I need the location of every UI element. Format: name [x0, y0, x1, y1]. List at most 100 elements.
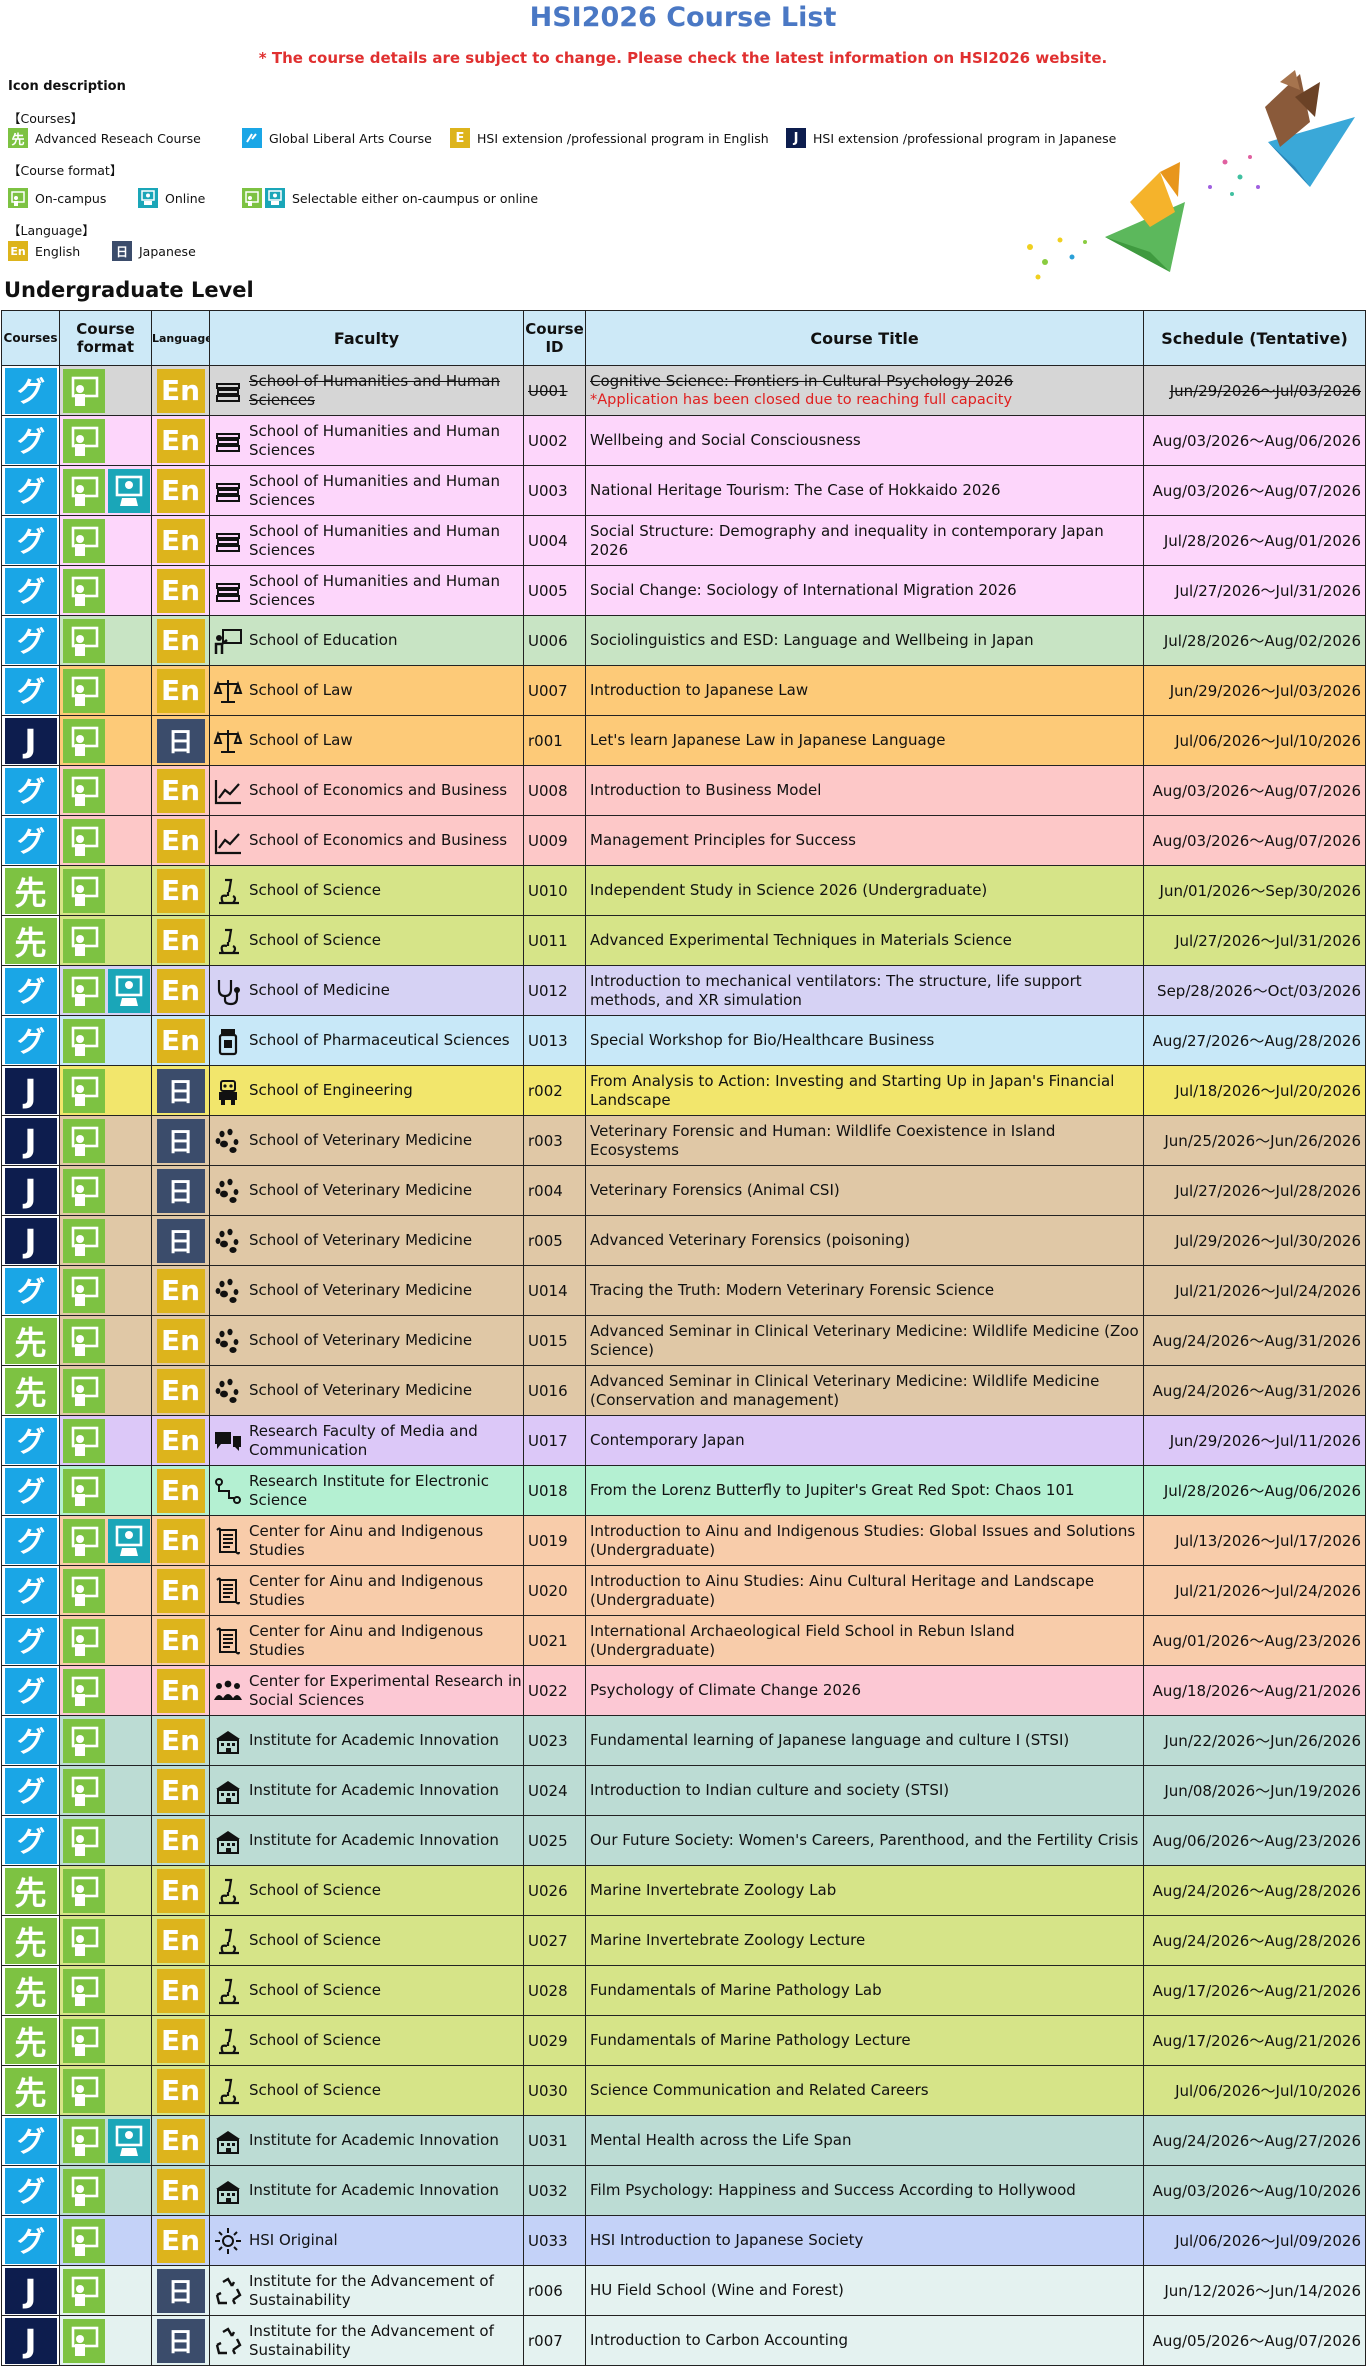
table-row: グ En Research Faculty of Media and Communi…	[1, 1415, 1366, 1466]
course-title-cell: Let's learn Japanese Law in Japanese Lan…	[585, 715, 1144, 766]
japanese-program-icon: J	[4, 1217, 57, 1264]
course-format-cell	[59, 965, 152, 1016]
course-id: U012	[523, 965, 586, 1016]
table-row: 先 En School of Science U029 Fundamentals of …	[1, 2015, 1366, 2066]
schedule: Aug/01/2026～Aug/23/2026	[1143, 1615, 1366, 1666]
on-campus-icon	[63, 1618, 105, 1663]
global-course-icon: グ	[4, 817, 57, 864]
svg-text:グ: グ	[16, 575, 44, 608]
global-course-icon: グ	[4, 1267, 57, 1314]
course-title: Introduction to Japanese Law	[590, 681, 809, 699]
table-row: 先 En School of Science U010 Independent Stud…	[1, 865, 1366, 916]
course-type-cell: 先	[1, 1915, 60, 1966]
language-cell: En	[151, 2115, 210, 2166]
svg-text:グ: グ	[16, 475, 44, 508]
course-format-cell	[59, 1615, 152, 1666]
course-title: Fundamentals of Marine Pathology Lecture	[590, 2031, 911, 2049]
english-icon: En	[156, 1868, 205, 1913]
english-icon: En	[156, 418, 205, 463]
course-type-cell: 先	[1, 865, 60, 916]
faculty-cell: School of Science	[209, 1965, 524, 2016]
table-row: J 日 School of Law r001 Let's learn Japanese …	[1, 715, 1366, 766]
faculty-name: School of Science	[249, 1931, 381, 1949]
faculty-cell: Institute for Academic Innovation	[209, 2115, 524, 2166]
on-campus-icon	[63, 668, 105, 713]
course-format-cell	[59, 815, 152, 866]
faculty-name: School of Science	[249, 1981, 381, 1999]
faculty-cell: School of Education	[209, 615, 524, 666]
course-title: Management Principles for Success	[590, 831, 856, 849]
japanese-program-icon: J	[4, 717, 57, 764]
course-type-cell: J	[1, 1215, 60, 1266]
course-title-cell: Our Future Society: Women's Careers, Par…	[585, 1815, 1144, 1866]
column-header-title: Course Title	[585, 310, 1144, 366]
faculty-cell: School of Humanities and Human Sciences	[209, 565, 524, 616]
on-campus-icon	[63, 518, 105, 563]
course-title-cell: Social Change: Sociology of Internationa…	[585, 565, 1144, 616]
language-cell: En	[151, 1965, 210, 2016]
advanced-course-icon: 先	[4, 917, 57, 964]
global-course-icon: グ	[4, 517, 57, 564]
english-icon: En	[156, 1918, 205, 1963]
stethoscope-icon	[213, 976, 243, 1006]
schedule: Jun/01/2026～Sep/30/2026	[1143, 865, 1366, 916]
global-course-icon: グ	[4, 1767, 57, 1814]
course-format-cell	[59, 2165, 152, 2216]
course-type-cell: J	[1, 715, 60, 766]
course-format-cell	[59, 1415, 152, 1466]
table-header: Courses Course format Language Faculty C…	[1, 310, 1366, 366]
course-title: Let's learn Japanese Law in Japanese Lan…	[590, 731, 946, 749]
course-format-cell	[59, 1315, 152, 1366]
course-title: Independent Study in Science 2026 (Under…	[590, 881, 988, 899]
schedule: Jul/06/2026～Jul/10/2026	[1143, 715, 1366, 766]
faculty-name: Institute for Academic Innovation	[249, 1731, 499, 1749]
course-id: U011	[523, 915, 586, 966]
schedule: Jul/13/2026～Jul/17/2026	[1143, 1515, 1366, 1566]
faculty-cell: School of Science	[209, 1915, 524, 1966]
course-format-cell	[59, 1265, 152, 1316]
online-icon	[108, 1518, 150, 1563]
faculty-cell: HSI Original	[209, 2215, 524, 2266]
course-title: HSI Introduction to Japanese Society	[590, 2231, 864, 2249]
faculty-cell: Institute for the Advancement of Sustain…	[209, 2315, 524, 2366]
schedule: Jul/27/2026～Jul/31/2026	[1143, 915, 1366, 966]
course-id: U030	[523, 2065, 586, 2116]
svg-text:グ: グ	[16, 2175, 44, 2208]
language-cell: En	[151, 1765, 210, 1816]
global-course-icon: グ	[4, 1617, 57, 1664]
building-icon	[213, 1726, 243, 1756]
online-icon	[108, 468, 150, 513]
course-title-cell: Contemporary Japan	[585, 1415, 1144, 1466]
on-campus-icon	[63, 1318, 105, 1363]
course-id: U004	[523, 515, 586, 566]
global-course-icon: グ	[4, 967, 57, 1014]
course-title-cell: Introduction to Japanese Law	[585, 665, 1144, 716]
english-icon: En	[156, 1718, 205, 1763]
course-title: Our Future Society: Women's Careers, Par…	[590, 1831, 1139, 1849]
language-cell: 日	[151, 1065, 210, 1116]
course-type-cell: 先	[1, 1315, 60, 1366]
faculty-name: School of Humanities and Human Sciences	[249, 421, 501, 459]
course-format-cell	[59, 865, 152, 916]
table-row: 先 En School of Science U026 Marine Invertebr…	[1, 1865, 1366, 1916]
on-campus-icon	[63, 468, 105, 513]
course-title-cell: National Heritage Tourism: The Case of H…	[585, 465, 1144, 516]
english-icon: En	[156, 968, 205, 1013]
course-title: International Archaeological Field Schoo…	[590, 1621, 1015, 1659]
people-icon	[213, 1676, 243, 1706]
global-course-icon: グ	[4, 1467, 57, 1514]
course-title: Film Psychology: Happiness and Success A…	[590, 2181, 1076, 2199]
faculty-name: School of Science	[249, 2031, 381, 2049]
faculty-cell: School of Veterinary Medicine	[209, 1265, 524, 1316]
advanced-course-icon: 先	[4, 2067, 57, 2114]
english-icon: En	[156, 368, 205, 413]
schedule: Aug/27/2026～Aug/28/2026	[1143, 1015, 1366, 1066]
global-course-icon: グ	[4, 1017, 57, 1064]
language-cell: 日	[151, 1165, 210, 1216]
table-row: グ En School of Humanities and Human Scienc…	[1, 565, 1366, 616]
faculty-name: Center for Ainu and Indigenous Studies	[249, 1571, 484, 1609]
course-format-cell	[59, 2015, 152, 2066]
course-title: Advanced Experimental Techniques in Mate…	[590, 931, 1012, 949]
faculty-name: School of Economics and Business	[249, 781, 508, 799]
faculty-name: Center for Ainu and Indigenous Studies	[249, 1521, 484, 1559]
